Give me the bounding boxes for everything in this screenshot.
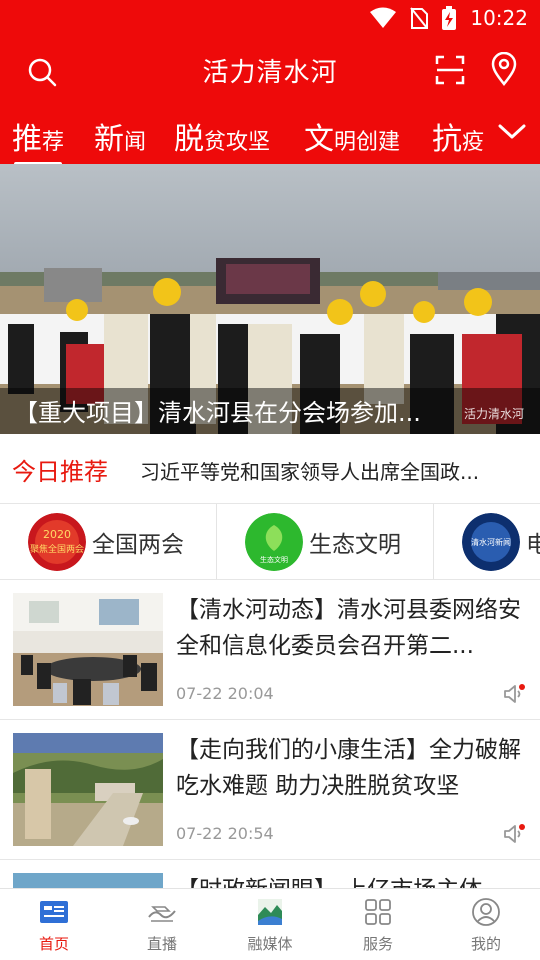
media-icon [258,899,282,925]
today-recommend-headline[interactable]: 习近平等党和国家领导人出席全国政... [140,456,500,485]
today-recommend-label: 今日推荐 [12,458,108,486]
channel-tabs: 推荐 新闻 脱贫攻坚 文明创建 抗疫 [0,106,540,164]
topic-name: 全国两会 [92,532,184,558]
location-icon[interactable] [488,52,520,86]
expand-channels-button[interactable] [484,106,540,164]
village-photo [13,733,163,846]
svg-text:生态文明: 生态文明 [260,555,288,564]
speaker-icon[interactable] [502,823,526,845]
today-recommend[interactable]: 今日推荐 习近平等党和国家领导人出席全国政... [0,434,540,504]
topic-name: 电 [526,525,540,559]
tab-news[interactable]: 新闻 [94,114,146,158]
nav-live[interactable]: 直播 [108,889,216,960]
svg-text:清水河新闻: 清水河新闻 [471,537,511,547]
topic-row: 2020 聚焦全国两会 全国两会 生态文明 生态文明 清水河新闻 电 [0,504,540,580]
topic-name: 生态文明 [309,532,401,558]
nav-media[interactable]: 融媒体 [216,889,324,960]
news-time: 07-22 20:54 [176,824,274,843]
user-icon [472,898,500,926]
nav-services[interactable]: 服务 [324,889,432,960]
nav-label: 服务 [362,935,393,953]
banner-caption: 【重大项目】清水河县在分会场参加... [14,399,421,427]
nav-profile[interactable]: 我的 [432,889,540,960]
nav-label: 首页 [38,935,69,953]
nav-label: 我的 [470,935,501,953]
tab-poverty-alleviation[interactable]: 脱贫攻坚 [174,114,270,158]
wifi-icon [370,7,397,28]
headline-banner[interactable]: 【重大项目】清水河县在分会场参加... 活力清水河 [0,164,540,434]
ecology-badge-icon: 生态文明 [245,513,303,571]
news-title: 【清水河动态】清水河县委网络安全和信息化委员会召开第二... [176,597,521,659]
county-news-badge-icon: 清水河新闻 [462,513,520,571]
news-icon [40,901,68,923]
news-thumbnail [13,593,163,706]
nav-label: 直播 [146,935,177,953]
topic-tv[interactable]: 清水河新闻 电 [434,504,540,579]
news-time: 07-22 20:04 [176,684,274,703]
tab-epidemic[interactable]: 抗疫 [432,114,484,158]
status-time: 10:22 [470,6,528,30]
news-title: 【走向我们的小康生活】全力破解吃水难题 助力决胜脱贫攻坚 [176,737,521,799]
news-item[interactable]: 【走向我们的小康生活】全力破解吃水难题 助力决胜脱贫攻坚 07-22 20:54 [0,720,540,860]
scan-icon[interactable] [434,54,466,86]
app-header: 活力清水河 [0,36,540,106]
status-bar: 10:22 [0,0,540,36]
topic-two-sessions[interactable]: 2020 聚焦全国两会 全国两会 [0,504,184,579]
meeting-photo [13,593,163,706]
grid-icon [365,899,391,925]
speaker-icon[interactable] [502,683,526,705]
nav-label: 融媒体 [247,935,293,953]
news-item[interactable]: 【清水河动态】清水河县委网络安全和信息化委员会召开第二... 07-22 20:… [0,580,540,720]
banner-watermark: 活力清水河 [463,407,524,421]
topic-ecology[interactable]: 生态文明 生态文明 [217,504,401,579]
tab-recommend[interactable]: 推荐 [12,114,64,164]
bottom-navigation: 首页 直播 融媒体 服务 我的 [0,888,540,960]
tab-civilization[interactable]: 文明创建 [304,114,400,158]
no-sim-icon [410,7,429,29]
battery-charging-icon [442,6,457,30]
two-sessions-badge-icon: 2020 聚焦全国两会 [28,513,86,571]
chevron-down-icon [498,124,526,139]
svg-text:2020: 2020 [43,528,71,541]
live-icon [148,906,176,922]
news-thumbnail [13,733,163,846]
nav-home[interactable]: 首页 [0,889,108,960]
svg-text:聚焦全国两会: 聚焦全国两会 [30,543,84,555]
